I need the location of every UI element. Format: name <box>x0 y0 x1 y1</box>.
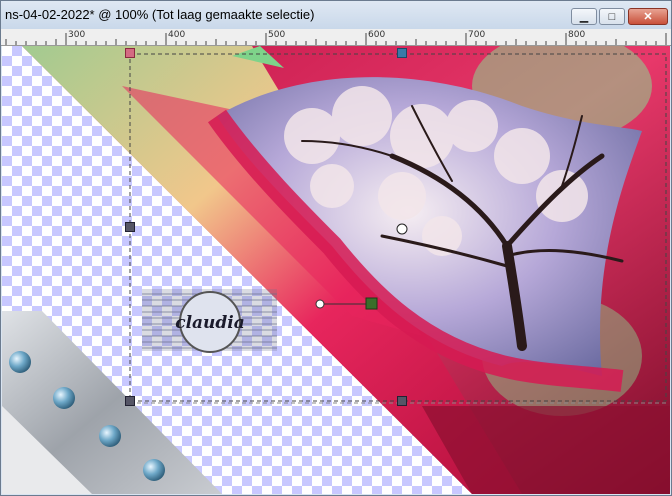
close-icon: ✕ <box>643 11 653 23</box>
bead <box>99 425 121 447</box>
pivot-handle[interactable] <box>365 297 378 310</box>
window-title: ns-04-02-2022* @ 100% (Tot laag gemaakte… <box>5 7 315 22</box>
edge-handle-left[interactable] <box>125 222 135 232</box>
edge-handle-top[interactable] <box>397 48 407 58</box>
ruler-label-300: 300 <box>68 30 86 40</box>
minimize-button[interactable]: ▁ <box>571 8 597 25</box>
bead <box>53 387 75 409</box>
edge-handle-bottom[interactable] <box>397 396 407 406</box>
maximize-icon: □ <box>608 10 616 23</box>
image-canvas[interactable]: claudia <box>2 46 670 494</box>
corner-handle-top-left[interactable] <box>125 48 135 58</box>
minimize-icon: ▁ <box>579 11 589 23</box>
ruler-label-500: 500 <box>268 30 286 40</box>
bead <box>9 351 31 373</box>
ruler-label-600: 600 <box>368 30 386 40</box>
ruler-label-800: 800 <box>568 30 586 40</box>
artwork: claudia <box>2 46 670 494</box>
bead <box>143 459 165 481</box>
image-window: ns-04-02-2022* @ 100% (Tot laag gemaakte… <box>0 0 672 496</box>
ruler-label-400: 400 <box>168 30 186 40</box>
maximize-button[interactable]: □ <box>599 8 625 25</box>
corner-handle-bottom-left[interactable] <box>125 396 135 406</box>
watermark-text: claudia <box>175 313 245 333</box>
ruler-label-700: 700 <box>468 30 486 40</box>
horizontal-ruler: 300 400 500 600 700 800 <box>1 29 671 46</box>
move-cursor-icon <box>396 223 408 235</box>
watermark-logo: claudia <box>142 289 277 353</box>
close-button[interactable]: ✕ <box>628 8 668 25</box>
title-bar[interactable]: ns-04-02-2022* @ 100% (Tot laag gemaakte… <box>1 1 671 29</box>
rotation-handle[interactable] <box>315 299 325 309</box>
